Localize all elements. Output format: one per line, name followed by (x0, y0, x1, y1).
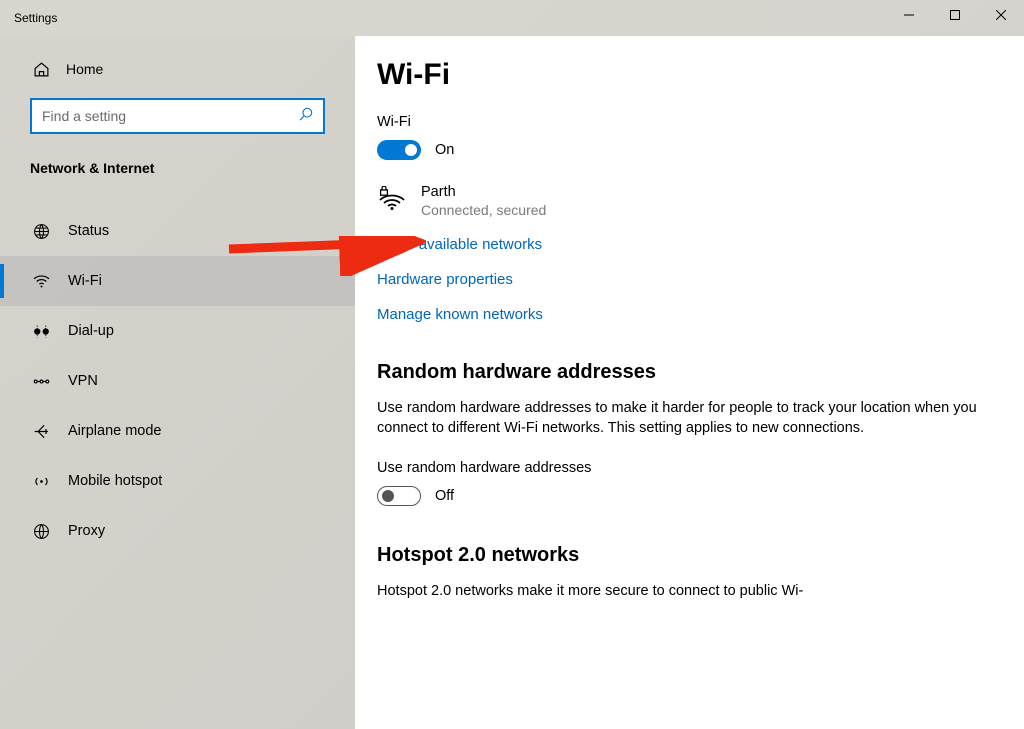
sidebar-item-label: Status (68, 223, 109, 239)
hotspot20-title: Hotspot 2.0 networks (377, 544, 979, 567)
dialup-icon (32, 322, 50, 340)
sidebar-item-proxy[interactable]: Proxy (0, 506, 355, 556)
category-header: Network & Internet (0, 140, 355, 182)
random-hw-toggle-state: Off (435, 488, 454, 504)
search-icon (299, 107, 313, 126)
sidebar-item-label: Wi-Fi (68, 273, 102, 289)
hotspot-icon (32, 472, 50, 490)
window-title: Settings (14, 11, 57, 25)
main-content: Wi-Fi Wi-Fi On (355, 36, 1024, 729)
sidebar-item-hotspot[interactable]: Mobile hotspot (0, 456, 355, 506)
random-hw-toggle[interactable] (377, 486, 421, 506)
network-name: Parth (421, 184, 546, 200)
home-label: Home (66, 61, 103, 77)
sidebar: Home Network & Internet (0, 36, 355, 729)
sidebar-item-wifi[interactable]: Wi-Fi (0, 256, 355, 306)
wifi-icon (32, 272, 50, 290)
status-icon (32, 222, 50, 240)
wifi-section-label: Wi-Fi (377, 114, 979, 130)
sidebar-item-dialup[interactable]: Dial-up (0, 306, 355, 356)
search-input[interactable] (42, 108, 299, 124)
wifi-secured-icon (377, 186, 405, 214)
sidebar-item-label: VPN (68, 373, 98, 389)
search-box[interactable] (30, 98, 325, 134)
link-hardware-properties[interactable]: Hardware properties (377, 271, 979, 288)
random-hw-toggle-label: Use random hardware addresses (377, 460, 979, 476)
wifi-toggle[interactable] (377, 140, 421, 160)
sidebar-item-status[interactable]: Status (0, 206, 355, 256)
sidebar-item-label: Mobile hotspot (68, 473, 162, 489)
home-nav-item[interactable]: Home (0, 42, 355, 96)
vpn-icon (32, 372, 50, 390)
maximize-button[interactable] (932, 0, 978, 30)
sidebar-item-label: Dial-up (68, 323, 114, 339)
minimize-button[interactable] (886, 0, 932, 30)
current-network-block[interactable]: Parth Connected, secured (377, 186, 979, 218)
close-button[interactable] (978, 0, 1024, 30)
network-status: Connected, secured (421, 202, 546, 218)
link-show-available-networks[interactable]: Show available networks (377, 236, 979, 253)
wifi-toggle-state: On (435, 142, 454, 158)
proxy-icon (32, 522, 50, 540)
random-hw-title: Random hardware addresses (377, 361, 979, 384)
sidebar-item-airplane[interactable]: Airplane mode (0, 406, 355, 456)
link-manage-known-networks[interactable]: Manage known networks (377, 306, 979, 323)
airplane-icon (32, 422, 50, 440)
page-title: Wi-Fi (377, 58, 979, 92)
home-icon (32, 60, 50, 78)
sidebar-item-label: Proxy (68, 523, 105, 539)
hotspot20-desc: Hotspot 2.0 networks make it more secure… (377, 581, 979, 601)
sidebar-item-vpn[interactable]: VPN (0, 356, 355, 406)
titlebar: Settings (0, 0, 1024, 36)
random-hw-desc: Use random hardware addresses to make it… (377, 398, 979, 438)
sidebar-item-label: Airplane mode (68, 423, 162, 439)
